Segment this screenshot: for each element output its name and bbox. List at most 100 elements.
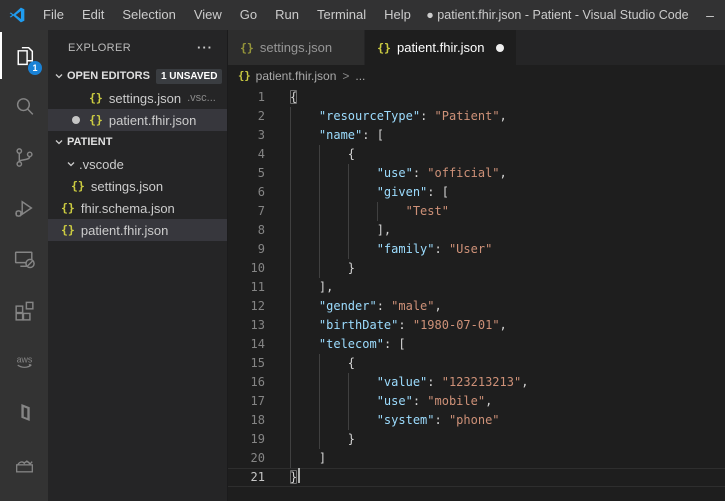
line-number: 18 — [228, 411, 265, 430]
line-number: 15 — [228, 354, 265, 373]
vscode-logo-icon — [0, 6, 34, 24]
sidebar-header: EXPLORER ··· — [48, 30, 227, 65]
code-line-19[interactable]: 19 } — [228, 430, 725, 449]
unsaved-badge: 1 UNSAVED — [156, 69, 223, 84]
line-content: "name": [ — [290, 126, 725, 145]
tab-label: settings.json — [260, 40, 332, 55]
more-actions-icon[interactable]: ··· — [197, 40, 213, 55]
code-line-13[interactable]: 13 "birthDate": "1980-07-01", — [228, 316, 725, 335]
code-line-11[interactable]: 11 ], — [228, 278, 725, 297]
code-line-18[interactable]: 18 "system": "phone" — [228, 411, 725, 430]
modified-dot-icon — [72, 94, 80, 102]
line-content: { — [290, 145, 725, 164]
menu-file[interactable]: File — [34, 0, 73, 30]
breadcrumb-file[interactable]: patient.fhir.json — [256, 69, 337, 83]
file-item-settings.json[interactable]: {}settings.json — [48, 175, 227, 197]
menu-go[interactable]: Go — [231, 0, 266, 30]
source-control-icon[interactable] — [0, 132, 48, 183]
aws-icon[interactable]: aws — [0, 336, 48, 387]
code-line-1[interactable]: 1{ — [228, 88, 725, 107]
code-line-4[interactable]: 4 { — [228, 145, 725, 164]
menu-help[interactable]: Help — [375, 0, 420, 30]
line-number: 14 — [228, 335, 265, 354]
chevron-down-icon — [63, 159, 79, 169]
workspace-header[interactable]: PATIENT — [48, 131, 227, 153]
line-content: "resourceType": "Patient", — [290, 107, 725, 126]
menu-view[interactable]: View — [185, 0, 231, 30]
code-line-10[interactable]: 10 } — [228, 259, 725, 278]
line-content: { — [290, 88, 725, 107]
code-line-9[interactable]: 9 "family": "User" — [228, 240, 725, 259]
code-line-7[interactable]: 7 "Test" — [228, 202, 725, 221]
slab-extension-icon[interactable] — [0, 387, 48, 438]
line-content: } — [290, 259, 725, 278]
code-editor[interactable]: 1{2 "resourceType": "Patient",3 "name": … — [228, 87, 725, 501]
json-file-icon: {} — [61, 201, 75, 215]
code-line-15[interactable]: 15 { — [228, 354, 725, 373]
open-editors-label: OPEN EDITORS — [67, 70, 150, 82]
folder-name: .vscode — [79, 157, 124, 172]
activity-bar: 1 aws — [0, 30, 48, 501]
breadcrumb[interactable]: {} patient.fhir.json > ... — [228, 65, 725, 87]
code-line-16[interactable]: 16 "value": "123213213", — [228, 373, 725, 392]
explorer-icon[interactable]: 1 — [0, 30, 48, 81]
line-content: { — [290, 354, 725, 373]
breadcrumb-tail[interactable]: ... — [355, 69, 365, 83]
line-content: } — [290, 468, 725, 487]
code-line-8[interactable]: 8 ], — [228, 221, 725, 240]
run-debug-icon[interactable] — [0, 183, 48, 234]
menu-run[interactable]: Run — [266, 0, 308, 30]
search-icon[interactable] — [0, 81, 48, 132]
folder-item-.vscode[interactable]: .vscode — [48, 153, 227, 175]
svg-text:aws: aws — [16, 355, 32, 365]
line-number: 5 — [228, 164, 265, 183]
tab-settings.json[interactable]: {}settings.json — [228, 30, 364, 65]
json-file-icon: {} — [238, 70, 251, 82]
line-number: 8 — [228, 221, 265, 240]
vscode-window: FileEditSelectionViewGoRunTerminalHelp ●… — [0, 0, 725, 501]
tab-patient.fhir.json[interactable]: {}patient.fhir.json — [365, 30, 516, 65]
open-editor-item[interactable]: {}patient.fhir.json — [48, 109, 227, 131]
minimize-button[interactable]: – — [695, 7, 725, 23]
file-item-patient.fhir.json[interactable]: {}patient.fhir.json — [48, 219, 227, 241]
json-file-icon: {} — [89, 113, 103, 127]
modified-dot-icon — [72, 116, 80, 124]
code-line-17[interactable]: 17 "use": "mobile", — [228, 392, 725, 411]
title-bar: FileEditSelectionViewGoRunTerminalHelp ●… — [0, 0, 725, 30]
menu-terminal[interactable]: Terminal — [308, 0, 375, 30]
editor-group: {}settings.json{}patient.fhir.json {} pa… — [228, 30, 725, 501]
code-line-20[interactable]: 20 ] — [228, 449, 725, 468]
code-line-14[interactable]: 14 "telecom": [ — [228, 335, 725, 354]
remote-explorer-icon[interactable] — [0, 234, 48, 285]
extensions-icon[interactable] — [0, 285, 48, 336]
open-editor-item[interactable]: {}settings.json.vsc... — [48, 87, 227, 109]
menu-selection[interactable]: Selection — [113, 0, 184, 30]
toolbox-extension-icon[interactable] — [0, 438, 48, 489]
workspace-label: PATIENT — [67, 136, 112, 148]
code-line-2[interactable]: 2 "resourceType": "Patient", — [228, 107, 725, 126]
sidebar-title: EXPLORER — [68, 42, 197, 54]
code-line-5[interactable]: 5 "use": "official", — [228, 164, 725, 183]
file-name: patient.fhir.json — [81, 223, 168, 238]
line-content: ] — [290, 449, 725, 468]
json-file-icon: {} — [377, 41, 391, 55]
line-number: 2 — [228, 107, 265, 126]
code-line-3[interactable]: 3 "name": [ — [228, 126, 725, 145]
open-editors-header[interactable]: OPEN EDITORS 1 UNSAVED — [48, 65, 227, 87]
line-number: 17 — [228, 392, 265, 411]
chevron-down-icon — [51, 137, 67, 147]
menu-bar: FileEditSelectionViewGoRunTerminalHelp — [34, 0, 420, 30]
line-content: "Test" — [290, 202, 725, 221]
file-item-fhir.schema.json[interactable]: {}fhir.schema.json — [48, 197, 227, 219]
code-line-21[interactable]: 21} — [228, 468, 725, 487]
code-line-6[interactable]: 6 "given": [ — [228, 183, 725, 202]
menu-edit[interactable]: Edit — [73, 0, 113, 30]
explorer-sidebar: EXPLORER ··· OPEN EDITORS 1 UNSAVED {}se… — [48, 30, 228, 501]
code-line-12[interactable]: 12 "gender": "male", — [228, 297, 725, 316]
line-number: 12 — [228, 297, 265, 316]
line-content: "family": "User" — [290, 240, 725, 259]
activity-badge: 1 — [28, 61, 42, 75]
text-cursor — [298, 468, 300, 483]
json-file-icon: {} — [89, 91, 103, 105]
file-name: settings.json — [109, 91, 181, 106]
